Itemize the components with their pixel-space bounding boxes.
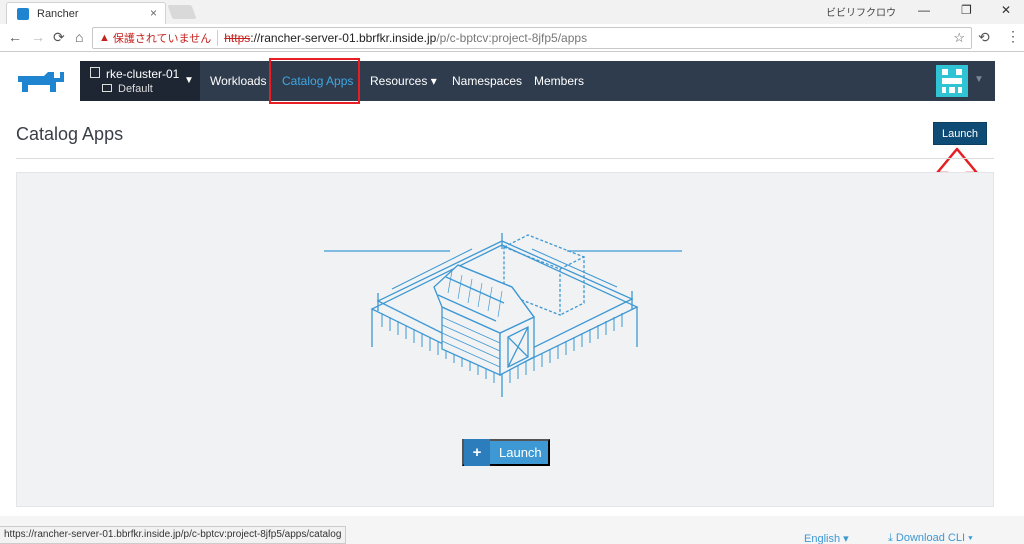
empty-state-panel: + Launch xyxy=(16,172,994,507)
history-icon[interactable]: ⟲ xyxy=(978,29,990,46)
browser-toolbar: ← → ⟳ ⌂ ▲ 保護されていません https://rancher-serv… xyxy=(0,24,1024,52)
rancher-favicon-icon xyxy=(17,7,29,20)
menu-icon[interactable]: ⋮ xyxy=(1006,28,1020,45)
page-title: Catalog Apps xyxy=(16,124,124,144)
warning-icon: ▲ xyxy=(99,32,110,44)
minimize-icon[interactable]: — xyxy=(918,3,930,17)
cluster-icon xyxy=(90,67,100,78)
browser-tabbar: Rancher × ビビリフクロウ — ❐ ✕ xyxy=(0,0,1024,24)
nav-namespaces[interactable]: Namespaces xyxy=(452,74,522,88)
reload-icon[interactable]: ⟳ xyxy=(53,29,65,46)
url-host: ://rancher-server-01.bbrfkr.inside.jp xyxy=(250,31,437,45)
annotation-highlight-box xyxy=(269,58,360,104)
rancher-logo-icon[interactable] xyxy=(14,68,68,94)
launch-app-button[interactable]: + Launch xyxy=(462,439,550,466)
chevron-down-icon: ▼ xyxy=(184,75,194,86)
close-tab-icon[interactable]: × xyxy=(150,6,157,20)
download-cli-link[interactable]: ⤓ Download CLI ▾ xyxy=(888,532,973,544)
plus-icon: + xyxy=(464,439,490,466)
divider xyxy=(16,158,994,159)
launch-button[interactable]: Launch xyxy=(933,122,987,145)
launch-app-label: Launch xyxy=(499,445,542,460)
nav-workloads[interactable]: Workloads xyxy=(210,74,266,88)
new-tab-button[interactable] xyxy=(167,5,197,19)
barn-illustration-icon xyxy=(324,233,682,397)
url-text[interactable]: https://rancher-server-01.bbrfkr.inside.… xyxy=(224,31,587,45)
cluster-name: rke-cluster-01 xyxy=(106,67,180,81)
close-window-icon[interactable]: ✕ xyxy=(1001,3,1011,17)
restore-icon[interactable]: ❐ xyxy=(961,3,972,17)
tab-title: Rancher xyxy=(37,7,79,20)
language-selector[interactable]: English ▾ xyxy=(804,532,849,544)
forward-icon[interactable]: → xyxy=(31,29,45,45)
project-name: Default xyxy=(118,83,153,95)
browser-tab[interactable]: Rancher × xyxy=(6,2,166,24)
chevron-down-icon: ▾ xyxy=(430,74,437,88)
cluster-project-switcher[interactable]: rke-cluster-01 Default ▼ xyxy=(80,61,200,101)
bookmark-star-icon[interactable]: ☆ xyxy=(953,30,965,46)
profile-name[interactable]: ビビリフクロウ xyxy=(826,4,896,19)
nav-resources[interactable]: Resources ▾ xyxy=(370,74,437,88)
url-path: /p/c-bptcv:project-8jfp5/apps xyxy=(436,31,588,45)
back-icon[interactable]: ← xyxy=(8,29,22,45)
nav-resources-label: Resources xyxy=(370,74,428,88)
url-protocol: https xyxy=(224,31,251,45)
home-icon[interactable]: ⌂ xyxy=(75,29,83,45)
user-avatar[interactable] xyxy=(936,65,968,97)
status-bar-url: https://rancher-server-01.bbrfkr.inside.… xyxy=(0,526,347,544)
insecure-label[interactable]: 保護されていません xyxy=(113,30,219,46)
identicon-icon xyxy=(942,69,962,93)
top-navbar: rke-cluster-01 Default ▼ Workloads Catal… xyxy=(80,61,995,101)
user-menu-chevron-icon[interactable]: ▼ xyxy=(974,74,984,85)
project-icon xyxy=(102,84,112,92)
nav-members[interactable]: Members xyxy=(534,74,584,88)
address-bar[interactable]: ▲ 保護されていません https://rancher-server-01.bb… xyxy=(92,27,972,49)
